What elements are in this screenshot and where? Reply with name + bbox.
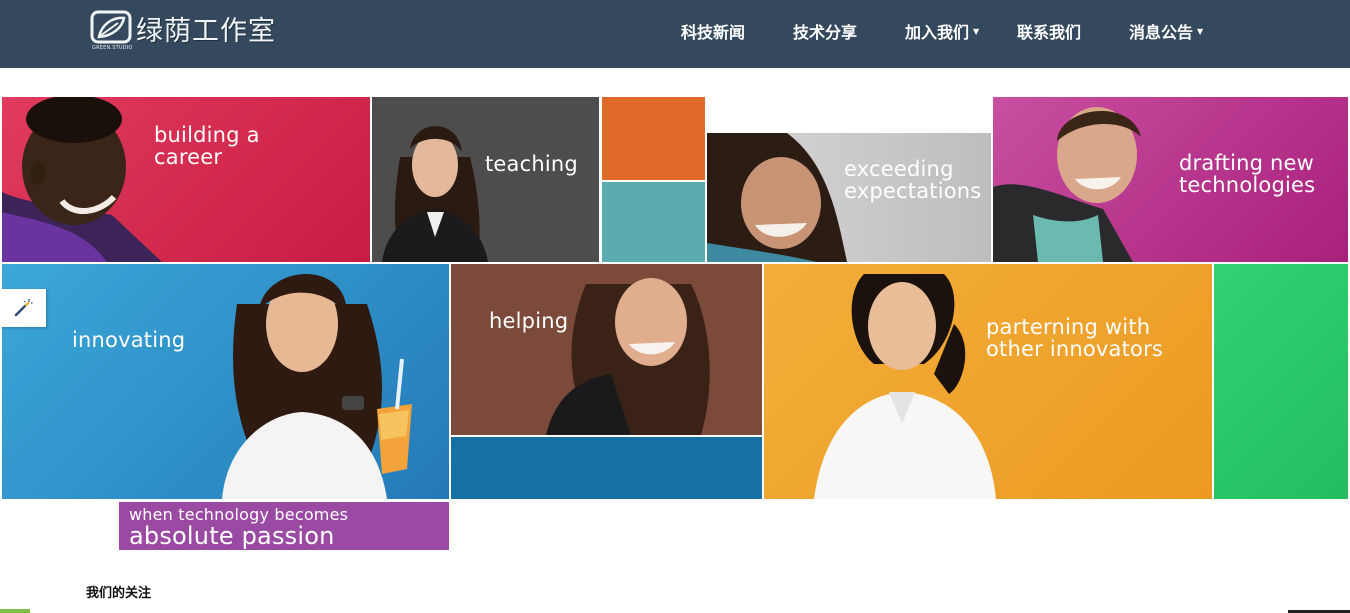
passion-banner[interactable]: when technology becomes absolute passion: [119, 502, 449, 550]
tile-green[interactable]: [1214, 264, 1348, 499]
person-photo: [222, 274, 412, 499]
top-navbar: GREEN.STUDIO 绿荫工作室 科技新闻 技术分享 加入我们 ▼ 联系我们 …: [0, 0, 1350, 68]
nav-contact-us[interactable]: 联系我们: [1017, 0, 1081, 68]
section-title: 我们的关注: [86, 586, 152, 601]
banner-small-text: when technology becomes: [129, 505, 349, 524]
tile-drafting-technologies[interactable]: drafting new technologies: [993, 97, 1348, 262]
tile-label: drafting new technologies: [1179, 151, 1316, 197]
tile-orange[interactable]: [602, 97, 705, 180]
nav-announcements[interactable]: 消息公告 ▼: [1129, 0, 1203, 68]
person-photo: [2, 97, 162, 262]
tile-darkblue[interactable]: [451, 437, 762, 499]
brand-name: 绿荫工作室: [136, 16, 276, 47]
nav-join-us[interactable]: 加入我们 ▼: [905, 0, 979, 68]
tile-partnering[interactable]: parterning with other innovators: [764, 264, 1212, 499]
edge-accent-left: [0, 609, 30, 613]
nav-label: 联系我们: [1017, 23, 1082, 42]
tile-exceeding-expectations[interactable]: exceeding expectations: [707, 133, 991, 262]
brand-logo-link[interactable]: GREEN.STUDIO 绿荫工作室: [90, 9, 276, 55]
person-photo: [993, 107, 1141, 262]
brand-subtitle: GREEN.STUDIO: [92, 45, 133, 51]
tile-teal[interactable]: [602, 182, 705, 262]
side-tool-button[interactable]: [0, 289, 46, 327]
tile-label: helping: [489, 309, 569, 333]
tile-teaching[interactable]: teaching: [372, 97, 599, 262]
person-photo: [546, 278, 710, 435]
caret-down-icon: ▼: [1197, 26, 1204, 36]
nav-label: 消息公告: [1129, 23, 1194, 42]
nav-label: 加入我们: [905, 23, 970, 42]
nav-label: 技术分享: [793, 23, 858, 42]
leaf-logo-icon: GREEN.STUDIO: [90, 10, 132, 54]
tile-label: innovating: [72, 328, 186, 352]
tile-innovating[interactable]: innovating: [2, 264, 449, 499]
person-photo: [382, 126, 488, 262]
tile-building-career[interactable]: building a career: [2, 97, 370, 262]
tile-label: building a career: [154, 123, 260, 169]
person-photo: [814, 274, 996, 499]
nav-label: 科技新闻: [681, 23, 746, 42]
page: GREEN.STUDIO 绿荫工作室 科技新闻 技术分享 加入我们 ▼ 联系我们 …: [0, 0, 1350, 613]
tile-label: parterning with other innovators: [986, 315, 1164, 361]
tile-helping[interactable]: helping: [451, 264, 762, 435]
nav-tech-news[interactable]: 科技新闻: [681, 0, 745, 68]
tile-label: exceeding expectations: [844, 157, 982, 203]
banner-large-text: absolute passion: [129, 522, 335, 550]
caret-down-icon: ▼: [973, 26, 980, 36]
magic-wand-icon: [14, 299, 33, 317]
person-photo: [707, 133, 847, 262]
nav-tech-sharing[interactable]: 技术分享: [793, 0, 857, 68]
tile-label: teaching: [485, 152, 578, 176]
